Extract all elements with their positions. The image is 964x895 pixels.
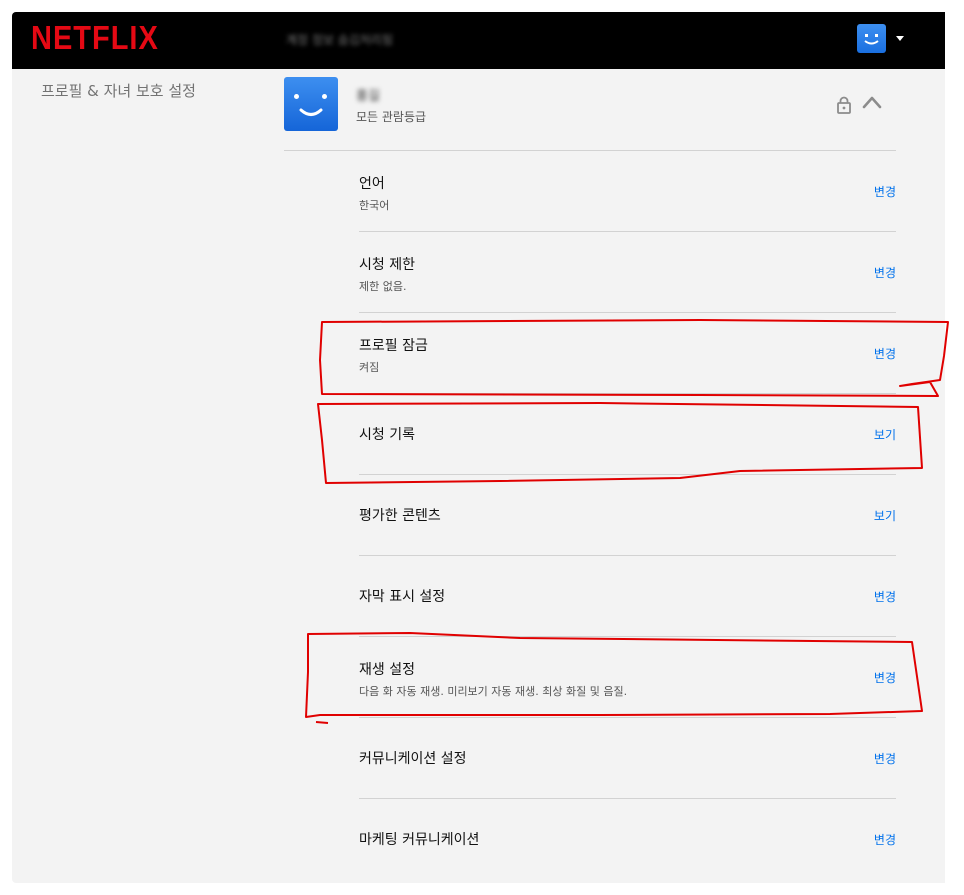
settings-row: 커뮤니케이션 설정 변경 — [359, 718, 896, 799]
settings-row-label: 언어 — [359, 176, 385, 192]
settings-row-label: 시청 기록 — [359, 427, 415, 443]
smiley-face-icon — [294, 94, 327, 116]
settings-row-description: 켜짐 — [359, 361, 380, 374]
netflix-logo[interactable]: NETFLIX — [31, 20, 159, 58]
settings-row: 시청 제한제한 없음. 변경 — [359, 232, 896, 313]
profile-name: 홍길 — [356, 89, 380, 104]
settings-row-action-link[interactable]: 변경 — [874, 345, 896, 362]
settings-row-action-link[interactable]: 변경 — [874, 183, 896, 200]
settings-row-label: 프로필 잠금 — [359, 338, 428, 354]
settings-row-action-link[interactable]: 변경 — [874, 669, 896, 686]
settings-row-label: 평가한 콘텐츠 — [359, 508, 441, 524]
smiley-face-icon — [864, 34, 879, 45]
settings-row: 자막 표시 설정 변경 — [359, 556, 896, 637]
chevron-up-icon[interactable] — [862, 95, 882, 109]
settings-row-action-link[interactable]: 변경 — [874, 831, 896, 848]
settings-row-action-link[interactable]: 변경 — [874, 264, 896, 281]
profile-avatar — [284, 77, 338, 131]
settings-row-description: 제한 없음. — [359, 280, 407, 293]
settings-row-description: 다음 화 자동 재생. 미리보기 자동 재생. 최상 화질 및 음질. — [359, 685, 628, 698]
settings-row-label: 재생 설정 — [359, 662, 415, 678]
settings-row: 마케팅 커뮤니케이션 변경 — [359, 799, 896, 880]
settings-row-action-link[interactable]: 변경 — [874, 750, 896, 767]
blurred-header-text: 계정 정보 숨김처리됨 — [286, 33, 393, 47]
settings-row-label: 시청 제한 — [359, 257, 415, 273]
caret-down-icon[interactable] — [896, 36, 904, 41]
settings-row: 재생 설정다음 화 자동 재생. 미리보기 자동 재생. 최상 화질 및 음질.… — [359, 637, 896, 718]
section-title: 프로필 & 자녀 보호 설정 — [41, 82, 196, 100]
profile-avatar-menu[interactable] — [857, 24, 886, 53]
settings-row-action-link[interactable]: 보기 — [874, 426, 896, 443]
settings-row-label: 자막 표시 설정 — [359, 589, 446, 605]
settings-row: 평가한 콘텐츠 보기 — [359, 475, 896, 556]
settings-row-description: 한국어 — [359, 199, 390, 212]
settings-row-label: 마케팅 커뮤니케이션 — [359, 832, 480, 848]
settings-row: 시청 기록 보기 — [359, 394, 896, 475]
top-nav-bar: NETFLIX 계정 정보 숨김처리됨 — [12, 12, 945, 69]
settings-row-action-link[interactable]: 보기 — [874, 507, 896, 524]
settings-row-action-link[interactable]: 변경 — [874, 588, 896, 605]
account-page: NETFLIX 계정 정보 숨김처리됨 프로필 & 자녀 보호 설정 홍길 모든… — [12, 12, 945, 883]
settings-row: 언어한국어 변경 — [359, 151, 896, 232]
lock-icon — [837, 96, 851, 114]
settings-row: 프로필 잠금켜짐 변경 — [359, 313, 896, 394]
settings-row-label: 커뮤니케이션 설정 — [359, 751, 467, 767]
profile-rating: 모든 관람등급 — [356, 110, 427, 124]
